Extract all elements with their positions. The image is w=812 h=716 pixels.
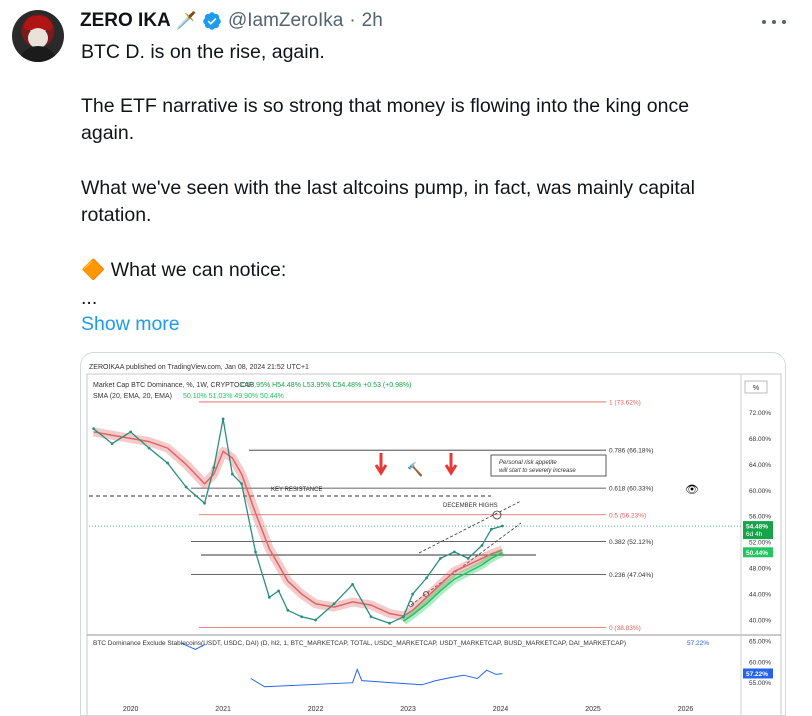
price-tag-sub: 6d 4h (746, 531, 763, 538)
more-options-icon[interactable] (762, 14, 786, 30)
tweet-line: 🔶 What we can notice: (81, 259, 287, 281)
x-tick-label: 2025 (585, 706, 601, 713)
chart-image-card[interactable]: ZEROIKAA published on TradingView.com, J… (80, 352, 786, 716)
key-resistance-label: KEY RESISTANCE (271, 487, 322, 493)
tweet-line: again. (81, 122, 135, 144)
btc-dominance-point (466, 557, 470, 560)
btc-dominance-point (300, 615, 304, 619)
sub-y-tick-label: 65.00% (749, 639, 771, 646)
btc-dominance-point (314, 618, 317, 622)
btc-dominance-point (110, 442, 114, 445)
eye-icon: 👁 (685, 484, 699, 496)
chart-header: ZEROIKAA published on TradingView.com, J… (89, 364, 309, 371)
chart-ohlc: O53.95% H54.48% L53.95% C54.48% +0.53 (+… (241, 382, 411, 389)
btc-dominance-point (411, 592, 415, 596)
btc-dominance-point (240, 482, 243, 486)
y-tick-label: 64.00% (749, 462, 771, 469)
btc-dominance-point (203, 501, 207, 505)
btc-dominance-point (166, 461, 170, 465)
btc-dominance-point (452, 550, 456, 554)
separator-dot: · (349, 10, 356, 31)
note-line-1: Personal risk appetite (499, 460, 557, 466)
tweet-header: ZERO IKA 🗡️ @IamZeroIka · 2h (80, 9, 383, 33)
tweet-line: The ETF narrative is so strong that mone… (81, 95, 690, 117)
fib-level-label: 0.382 (52.12%) (609, 539, 653, 546)
tweet-line: ... (81, 287, 98, 309)
show-more-link[interactable]: Show more (81, 313, 180, 336)
x-tick-label: 2020 (123, 706, 139, 713)
btc-dominance-point (351, 582, 354, 586)
btc-dominance-point (332, 602, 336, 606)
tweet-line: rotation. (81, 204, 152, 226)
y-tick-label: 48.00% (749, 566, 771, 573)
author-name[interactable]: ZERO IKA (80, 10, 171, 32)
y-tick-label: 44.00% (749, 592, 771, 599)
fib-level-label: 0.236 (47.04%) (609, 572, 653, 579)
y-tick-label: 68.00% (749, 436, 771, 443)
btc-dominance-point (286, 608, 290, 612)
btc-dominance-point (254, 550, 257, 554)
btc-dominance-point (147, 446, 151, 450)
verified-badge-icon (203, 12, 221, 30)
x-tick-label: 2023 (400, 706, 416, 713)
y-tick-label: 60.00% (749, 488, 771, 495)
hammer-icon: 🔨 (407, 462, 423, 477)
btc-dominance-point (230, 472, 234, 476)
sub-y-tick-label: 60.00% (749, 659, 771, 666)
fib-level-label: 0 (38.83%) (609, 625, 641, 632)
tradingview-chart: ZEROIKAA published on TradingView.com, J… (81, 353, 785, 715)
avatar-face (28, 28, 48, 48)
author-handle[interactable]: @IamZeroIka (228, 10, 343, 32)
btc-dominance-point (388, 621, 391, 625)
dagger-icon: 🗡️ (175, 11, 197, 30)
sub-price-tag-label: 57.22% (746, 671, 768, 678)
y-tick-label: 72.00% (749, 410, 771, 417)
btc-dominance-point (221, 417, 225, 421)
x-tick-label: 2021 (215, 706, 231, 713)
btc-dominance-point (212, 466, 216, 469)
dot (772, 20, 776, 24)
dot (762, 20, 766, 24)
btc-dominance-point (277, 589, 280, 593)
chart-title: Market Cap BTC Dominance, %, 1W, CRYPTOC… (93, 382, 254, 389)
price-tag-label: 54.48% (746, 524, 768, 531)
percent-button-label: % (753, 385, 759, 392)
x-tick-label: 2024 (493, 706, 509, 713)
y-tick-label: 56.00% (749, 514, 771, 521)
y-tick-label: 52.00% (749, 540, 771, 547)
btc-dominance-point (92, 427, 96, 431)
btc-dominance-point (439, 557, 442, 560)
note-line-2: will start to severely increase (499, 468, 576, 474)
tweet-line: BTC D. is on the rise, again. (81, 41, 325, 63)
sub-chart-value: 57.22% (687, 640, 709, 647)
december-highs-label: DECEMBER HIGHS (443, 503, 498, 509)
chart-svg: ZEROIKAA published on TradingView.com, J… (81, 353, 785, 715)
fib-level-label: 1 (73.62%) (609, 399, 641, 406)
chart-background (81, 353, 785, 715)
btc-dominance-point (480, 544, 484, 547)
sub-chart-label: BTC Dominance Exclude Stablecoins(USDT, … (93, 640, 626, 647)
btc-dominance-point (184, 485, 188, 489)
tweet-line: What we've seen with the last altcoins p… (81, 177, 695, 199)
x-tick-label: 2026 (678, 706, 694, 713)
price-tag-label: 50.44% (746, 550, 768, 557)
ma-label: SMA (20, EMA, 20, EMA) (93, 393, 172, 400)
btc-dominance-point (129, 430, 133, 434)
dot (782, 20, 786, 24)
fib-level-label: 0.618 (60.33%) (609, 486, 653, 493)
btc-dominance-point (402, 615, 405, 619)
avatar[interactable] (12, 10, 64, 62)
x-tick-label: 2022 (308, 706, 324, 713)
btc-dominance-point (369, 615, 373, 619)
btc-dominance-point (267, 595, 271, 599)
tweet-time[interactable]: 2h (362, 10, 383, 32)
btc-dominance-point (425, 576, 428, 580)
fib-level-label: 0.5 (56.23%) (609, 512, 646, 519)
sub-y-tick-label: 55.00% (749, 680, 771, 687)
ma-values: 50.10% 51.03% 49.90% 50.44% (183, 393, 284, 400)
fib-level-label: 0.786 (66.18%) (609, 448, 653, 455)
y-tick-label: 40.00% (749, 618, 771, 625)
btc-dominance-point (489, 527, 493, 531)
avatar-coat (18, 46, 58, 62)
